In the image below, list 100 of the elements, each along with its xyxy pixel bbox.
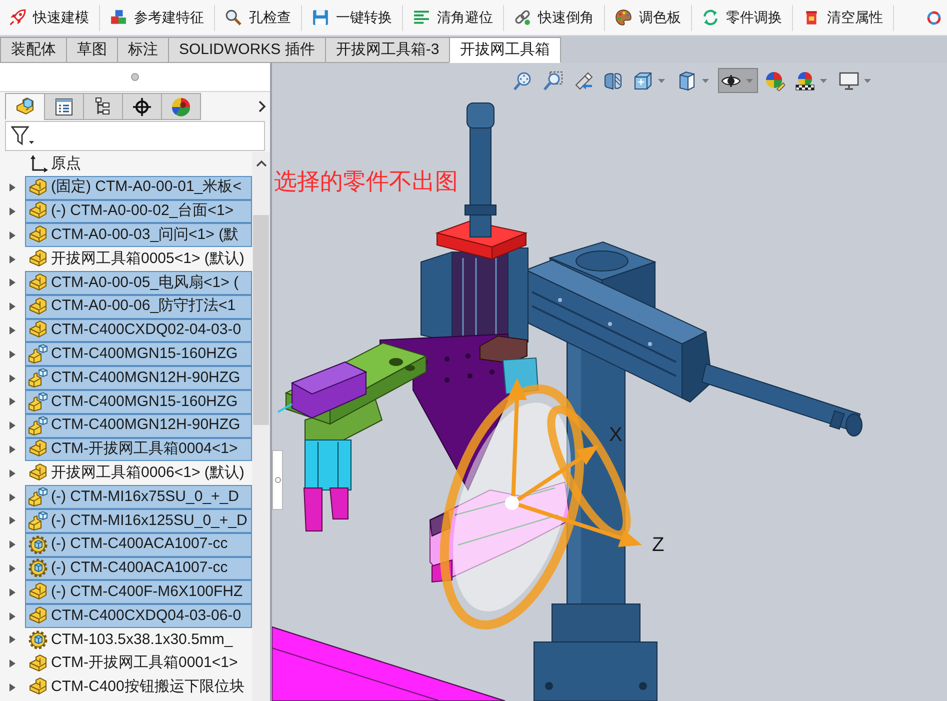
tab[interactable]: 开拔网工具箱 (449, 37, 562, 63)
tree-item[interactable]: 开拔网工具箱0005<1> (默认) (25, 247, 252, 271)
tree-item[interactable]: CTM-C400CXDQ04-03-06-0 (25, 604, 252, 628)
expand-triangle-icon[interactable] (9, 350, 16, 359)
tab[interactable]: 标注 (117, 37, 169, 63)
block-cube-icon (28, 416, 48, 436)
tree-item[interactable]: CTM-A0-00-03_问问<1> (默 (25, 223, 252, 248)
rocket-icon (9, 9, 26, 26)
tree-item[interactable]: CTM-开拔网工具箱0004<1> (25, 438, 252, 462)
block-icon (28, 225, 48, 246)
expand-triangle-icon[interactable] (9, 278, 16, 288)
origin-dot-icon (505, 496, 519, 510)
expand-triangle-icon[interactable] (9, 635, 16, 644)
scrollbar-thumb[interactable] (253, 215, 269, 425)
expand-triangle-icon[interactable] (9, 206, 16, 216)
axis-label: Z (652, 534, 664, 556)
expand-triangle-icon[interactable] (9, 612, 16, 621)
chevron-right-icon[interactable] (258, 100, 266, 113)
expand-triangle-icon[interactable] (9, 374, 16, 383)
expand-triangle-icon[interactable] (9, 183, 16, 192)
panel-tab[interactable] (122, 93, 162, 120)
axes-icon (28, 154, 48, 174)
block-icon (28, 272, 48, 293)
block-icon (28, 439, 48, 460)
panel-tab[interactable] (83, 93, 123, 120)
tab[interactable]: 草图 (66, 37, 118, 63)
expand-triangle-icon[interactable] (9, 588, 16, 597)
tab[interactable]: SOLIDWORKS 插件 (168, 37, 326, 63)
expand-triangle-icon[interactable] (9, 230, 16, 240)
toolbar-button[interactable]: 一键转换 (304, 2, 400, 32)
toolbar-button[interactable]: 清空属性 (795, 2, 891, 32)
toolbar-button[interactable]: 零件调换 (694, 2, 790, 32)
toolbar-button[interactable]: 快速建模 (1, 2, 97, 32)
magnifier-frame-icon (543, 70, 563, 90)
cube-icon (15, 96, 35, 116)
tree-item[interactable]: 开拔网工具箱0006<1> (默认) (25, 461, 252, 486)
block-icon (28, 677, 48, 698)
panel-tab[interactable] (161, 93, 201, 120)
expand-triangle-icon[interactable] (9, 659, 16, 668)
tab[interactable]: 装配体 (0, 37, 67, 63)
tree-item[interactable]: (-) CTM-MI16x125SU_0_+_D (25, 508, 252, 533)
expand-triangle-icon[interactable] (9, 516, 16, 526)
list-icon (54, 96, 74, 116)
tree-item[interactable]: CTM-A0-00-06_防守打法<1 (25, 294, 252, 319)
jar-icon (803, 9, 820, 26)
expand-triangle-icon[interactable] (9, 492, 16, 502)
tree-item[interactable]: (-) CTM-C400ACA1007-cc (25, 556, 252, 580)
tree-item[interactable]: CTM-103.5x38.1x30.5mm_ (25, 628, 252, 652)
block-cube-icon (28, 392, 48, 412)
filter-field[interactable] (5, 121, 265, 151)
block-icon (28, 201, 48, 222)
view-button[interactable] (718, 68, 758, 93)
tree-item[interactable]: (-) CTM-C400ACA1007-cc (25, 532, 252, 557)
block-cube-icon (28, 344, 48, 364)
color-ring-icon (926, 10, 942, 26)
magnifier-icon (225, 9, 242, 26)
connector-block (480, 335, 528, 364)
tree-item[interactable]: CTM-C400CXDQ02-04-03-0 (25, 318, 252, 342)
funnel-icon (11, 126, 35, 146)
panel-tab[interactable] (44, 93, 84, 120)
expand-triangle-icon[interactable] (9, 682, 16, 692)
tree-item[interactable]: CTM-C400MGN15-160HZG (25, 342, 252, 366)
expand-triangle-icon[interactable] (9, 468, 16, 478)
block-icon (28, 463, 48, 484)
tree-item[interactable]: (-) CTM-A0-00-02_台面<1> (25, 200, 252, 224)
sliced-cylinder-icon (603, 70, 623, 90)
panel-tab[interactable] (5, 93, 45, 120)
toolbar-button[interactable]: 清角避位 (405, 2, 501, 32)
toolbar-button[interactable]: 快速倒角 (506, 2, 602, 32)
tab[interactable]: 开拔网工具箱-3 (324, 37, 450, 63)
magnifier-arrows-icon (513, 70, 533, 90)
globe-pencil-icon (765, 70, 785, 90)
tree-item[interactable]: CTM-C400MGN15-160HZG (25, 390, 252, 414)
panel-handle[interactable] (272, 450, 283, 510)
expand-triangle-icon[interactable] (9, 254, 16, 264)
expand-triangle-icon[interactable] (9, 444, 16, 454)
gear-cube-icon (28, 558, 48, 578)
expand-triangle-icon[interactable] (9, 302, 16, 312)
expand-triangle-icon[interactable] (9, 421, 16, 430)
tree-item[interactable]: CTM-开拔网工具箱0001<1> (25, 652, 252, 676)
tree-item[interactable]: 原点 (25, 152, 252, 176)
refresh-arrows-icon (702, 9, 719, 26)
expand-triangle-icon[interactable] (9, 397, 16, 406)
tree-item[interactable]: (-) CTM-C400F-M6X100FHZ (25, 580, 252, 604)
tree-item[interactable]: CTM-C400按钮搬运下限位块 (25, 676, 252, 700)
tree-item[interactable]: CTM-C400MGN12H-90HZG (25, 414, 252, 438)
block-cube-icon (28, 510, 48, 531)
flashlight-arrow-icon (573, 70, 593, 90)
expand-triangle-icon[interactable] (9, 326, 16, 335)
tree-item[interactable]: (-) CTM-MI16x75SU_0_+_D (25, 485, 252, 509)
tree-item[interactable]: (固定) CTM-A0-00-01_米板< (25, 176, 252, 200)
toolbar-button[interactable]: 参考建特征 (102, 2, 212, 32)
expand-triangle-icon[interactable] (9, 540, 16, 550)
block-icon (28, 320, 48, 340)
monitor-icon (839, 70, 859, 90)
tree-item[interactable]: CTM-A0-00-05_电风扇<1> ( (25, 270, 252, 295)
toolbar-button[interactable]: 调色板 (607, 2, 689, 32)
tree-item[interactable]: CTM-C400MGN12H-90HZG (25, 366, 252, 390)
toolbar-button[interactable]: 孔检查 (217, 2, 299, 32)
expand-triangle-icon[interactable] (9, 564, 16, 573)
